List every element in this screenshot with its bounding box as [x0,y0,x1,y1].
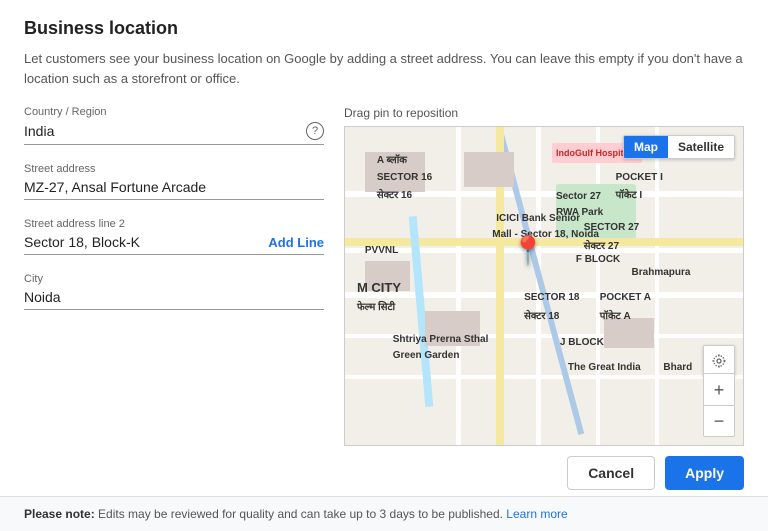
page-title: Business location [24,18,744,39]
country-input[interactable] [24,123,306,139]
drag-label: Drag pin to reposition [344,106,744,120]
city-field-row [24,289,324,310]
page-description: Let customers see your business location… [24,49,744,88]
zoom-out-button[interactable]: − [703,405,735,437]
add-line-button[interactable]: Add Line [268,235,324,250]
country-help-icon[interactable]: ? [306,122,324,140]
footer-note-text: Edits may be reviewed for quality and ca… [95,507,503,521]
zoom-controls: + − [703,373,735,437]
cancel-button[interactable]: Cancel [567,456,655,490]
street-address-label: Street address [24,163,324,175]
map-container[interactable]: IndoGulf Hospital A ब्लॉक SECTOR 16 सेक्… [344,126,744,446]
map-type-map-button[interactable]: Map [624,136,668,158]
map-type-satellite-button[interactable]: Satellite [668,136,734,158]
street-address-2-field-group: Street address line 2 Add Line [24,218,324,255]
zoom-in-button[interactable]: + [703,373,735,405]
apply-button[interactable]: Apply [665,456,744,490]
city-label: City [24,273,324,285]
city-field-group: City [24,273,324,310]
country-field-group: Country / Region ? [24,106,324,145]
country-field-row: ? [24,122,324,145]
footer-bold: Please note: [24,507,95,521]
address-form: Country / Region ? Street address Street… [24,106,324,498]
country-label: Country / Region [24,106,324,118]
city-input[interactable] [24,289,324,305]
footer-note: Please note: Edits may be reviewed for q… [0,496,768,531]
action-bar: Cancel Apply [344,446,744,498]
learn-more-link[interactable]: Learn more [506,507,567,521]
map-type-toggle: Map Satellite [623,135,735,159]
street-address-field-row [24,179,324,200]
street-address-2-field-row: Add Line [24,234,324,255]
street-address-2-input[interactable] [24,234,260,250]
street-address-input[interactable] [24,179,324,195]
street-address-2-label: Street address line 2 [24,218,324,230]
map-panel: Drag pin to reposition [344,106,744,498]
street-address-field-group: Street address [24,163,324,200]
map-visual: IndoGulf Hospital A ब्लॉक SECTOR 16 सेक्… [345,127,743,445]
